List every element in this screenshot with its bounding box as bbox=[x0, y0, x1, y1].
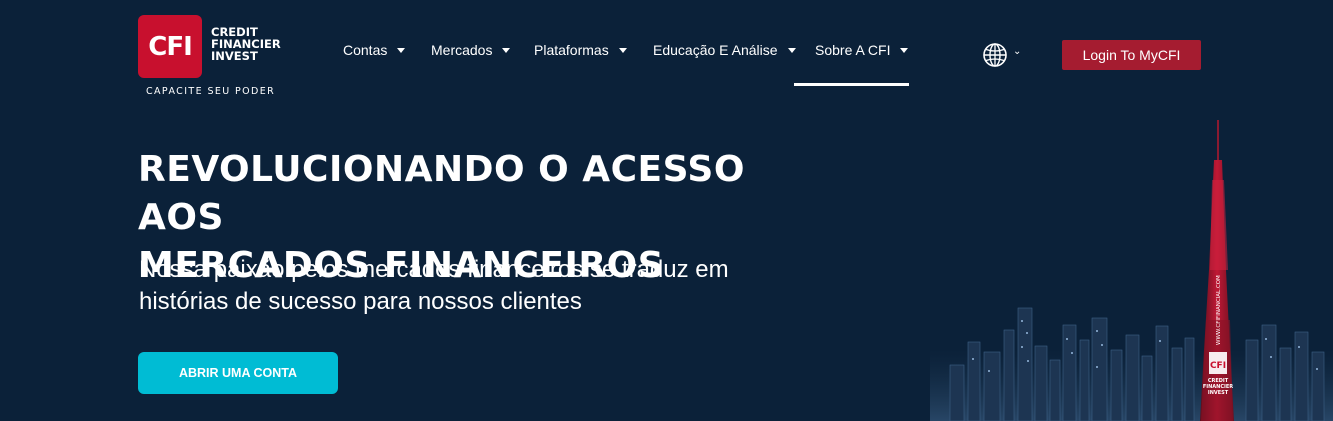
globe-icon bbox=[983, 43, 1007, 67]
hero-subtitle-line: Nossa paixão pelos mercados financeiros … bbox=[139, 256, 729, 283]
hero-subtitle-line: histórias de sucesso para nossos cliente… bbox=[139, 288, 582, 315]
nav-item-label: Educação E Análise bbox=[653, 42, 778, 58]
nav-item-plataformas[interactable]: Plataformas bbox=[534, 42, 627, 64]
nav-item-contas[interactable]: Contas bbox=[343, 42, 406, 64]
tower-vertical-url: WWW.CFIFINANCIAL.COM bbox=[1216, 275, 1222, 345]
language-selector[interactable]: ⌄ bbox=[982, 42, 1026, 68]
nav-item-label: Sobre A CFI bbox=[815, 42, 891, 58]
nav-item-educacao-e-analise[interactable]: Educação E Análise bbox=[653, 42, 796, 64]
nav-item-sobre-a-cfi[interactable]: Sobre A CFI bbox=[815, 42, 909, 64]
logo-tagline: CAPACITE SEU PODER bbox=[146, 86, 276, 97]
logo-word: INVEST bbox=[211, 49, 258, 63]
logo-mark-text: CFI bbox=[148, 31, 193, 62]
caret-down-icon bbox=[618, 47, 627, 53]
tower-illustration: CFI CREDIT FINANCIER INVEST WWW.CFIFINAN… bbox=[1200, 120, 1234, 421]
nav-item-label: Mercados bbox=[431, 42, 493, 58]
city-skyline-image: CFI CREDIT FINANCIER INVEST WWW.CFIFINAN… bbox=[930, 120, 1333, 421]
caret-down-icon bbox=[397, 47, 406, 53]
logo-mark: CFI bbox=[138, 15, 202, 78]
svg-text:INVEST: INVEST bbox=[1208, 390, 1229, 396]
caret-down-icon bbox=[900, 47, 909, 53]
page: CFI CREDIT FINANCIER INVEST CAPACITE SEU… bbox=[0, 0, 1333, 421]
login-mycfi-button[interactable]: Login To MyCFI bbox=[1062, 40, 1201, 70]
caret-down-icon bbox=[502, 47, 511, 53]
caret-down-icon bbox=[787, 47, 796, 53]
hero-subtitle: Nossa paixão pelos mercados financeiros … bbox=[139, 254, 839, 318]
nav-item-label: Contas bbox=[343, 42, 388, 58]
nav-item-mercados[interactable]: Mercados bbox=[431, 42, 511, 64]
nav-item-label: Plataformas bbox=[534, 42, 609, 58]
active-nav-indicator bbox=[794, 83, 909, 86]
chevron-down-icon: ⌄ bbox=[1013, 46, 1022, 57]
hero-title-line: REVOLUCIONANDO O ACESSO AOS bbox=[138, 149, 745, 238]
logo-wordmark: CREDIT FINANCIER INVEST bbox=[211, 26, 281, 62]
open-account-button[interactable]: ABRIR UMA CONTA bbox=[138, 352, 338, 394]
tower-badge-text: CFI bbox=[1210, 361, 1226, 371]
cfi-logo[interactable]: CFI CREDIT FINANCIER INVEST CAPACITE SEU… bbox=[138, 15, 283, 100]
